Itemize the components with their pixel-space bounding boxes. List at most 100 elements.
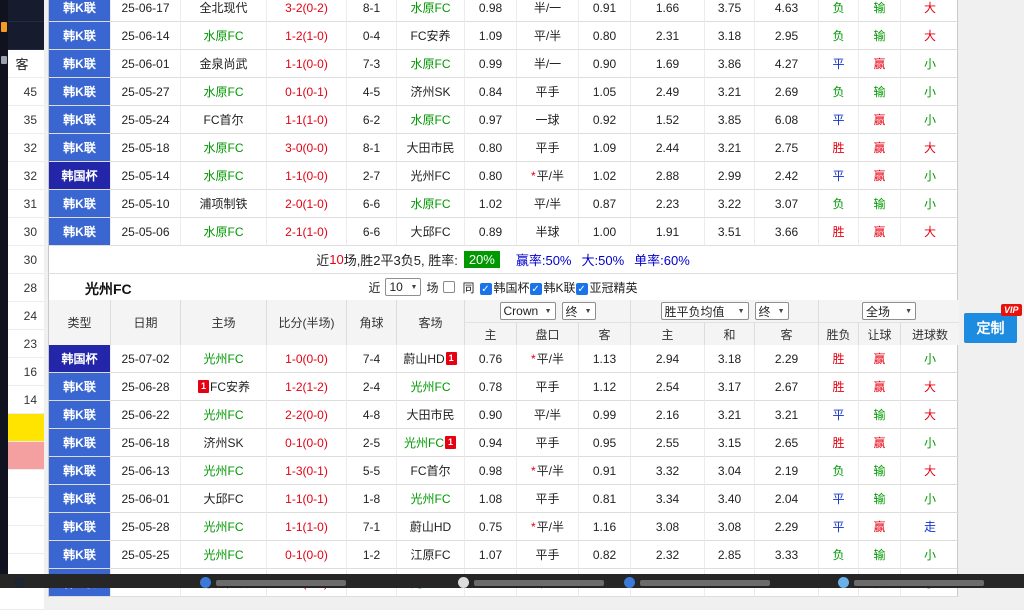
handicap: *平/半: [517, 513, 579, 541]
handicap: 半/一: [517, 50, 579, 78]
team-name: 济州SK: [203, 434, 243, 451]
result-handicap: 赢: [859, 50, 901, 78]
col-header: 类型: [49, 300, 111, 345]
euro-home-odds: 1.91: [631, 218, 705, 246]
euro-draw-odds: 3.85: [705, 106, 755, 134]
corner-count: 7-1: [347, 513, 397, 541]
corner-count: 6-6: [347, 190, 397, 218]
average-select[interactable]: 胜平负均值▼: [661, 302, 749, 320]
scope-select[interactable]: 全场▼: [862, 302, 916, 320]
app-window-icon: [200, 577, 211, 588]
euro-home-odds: 2.94: [631, 345, 705, 373]
away-team-cell: 光州FC1: [397, 429, 465, 457]
league-filter-checkbox[interactable]: ✓: [576, 283, 588, 295]
unit-label: 场: [426, 279, 438, 296]
result-handicap: 赢: [859, 218, 901, 246]
col-header: 日期: [111, 300, 181, 345]
handicap: 平手: [517, 429, 579, 457]
filter-bar: 近 10▼ 场 同 ✓韩国杯✓韩K联✓亚冠精英: [49, 274, 957, 300]
result-handicap: 输: [859, 401, 901, 429]
team-name: 光州FC: [204, 546, 244, 563]
result-goals: 小: [901, 78, 959, 106]
asian-away-odds: 1.16: [579, 513, 631, 541]
handicap-star: *: [531, 520, 536, 534]
euro-away-odds: 6.08: [755, 106, 819, 134]
corner-count: 4-8: [347, 401, 397, 429]
euro-draw-odds: 2.99: [705, 162, 755, 190]
match-row: 韩K联25-06-18济州SK0-1(0-0)2-5光州FC10.94平手0.9…: [49, 429, 957, 457]
asian-home-odds: 0.89: [465, 218, 517, 246]
taskbar-item[interactable]: [14, 574, 25, 588]
asian-away-odds: 0.81: [579, 485, 631, 513]
euro-draw-odds: 3.15: [705, 429, 755, 457]
same-filter-checkbox[interactable]: [443, 281, 455, 293]
corner-count: 2-7: [347, 162, 397, 190]
corner-count: 2-5: [347, 429, 397, 457]
league-badge: 韩K联: [49, 218, 111, 246]
match-date: 25-05-06: [111, 218, 181, 246]
bookmaker-select[interactable]: Crown▼: [500, 302, 556, 320]
league-filter-checkbox[interactable]: ✓: [530, 283, 542, 295]
league-badge: 韩K联: [49, 373, 111, 401]
asian-away-odds: 1.02: [579, 162, 631, 190]
result-handicap: 输: [859, 78, 901, 106]
team-name: 全北现代: [199, 0, 247, 16]
euro-home-odds: 1.66: [631, 0, 705, 22]
col-header: 主场: [181, 300, 267, 345]
match-date: 25-06-01: [111, 485, 181, 513]
team-name: 浦项制铁: [199, 195, 247, 212]
taskbar-item[interactable]: [624, 574, 770, 588]
collapsed-panel-strip[interactable]: [0, 0, 8, 588]
league-badge: 韩K联: [49, 457, 111, 485]
result-wdl: 胜: [819, 373, 859, 401]
handicap-text: 平/半: [537, 350, 564, 367]
odds-time-select[interactable]: 终▼: [562, 302, 596, 320]
result-wdl: 负: [819, 78, 859, 106]
asian-away-odds: 0.92: [579, 106, 631, 134]
match-count-select[interactable]: 10▼: [385, 278, 421, 296]
taskbar-item[interactable]: [200, 574, 346, 588]
euro-away-odds: 2.65: [755, 429, 819, 457]
expand-panel-icon[interactable]: [1, 22, 7, 32]
handicap-text: 平/半: [537, 167, 564, 184]
average-time-select[interactable]: 终▼: [755, 302, 789, 320]
result-handicap: 赢: [859, 345, 901, 373]
handicap-win-rate: 赢率:50%: [516, 250, 572, 269]
result-goals: 小: [901, 345, 959, 373]
customize-button[interactable]: 定制: [964, 313, 1017, 343]
result-goals: 大: [901, 22, 959, 50]
euro-odds-controls: 胜平负均值▼ 终▼: [631, 300, 819, 323]
league-filter-checkbox[interactable]: ✓: [480, 283, 492, 295]
same-filter-label: 同: [462, 279, 474, 296]
corner-count: 7-4: [347, 345, 397, 373]
asian-home-odds: 0.80: [465, 162, 517, 190]
subcol-header: 客: [579, 323, 631, 345]
summary-count: 10: [329, 252, 343, 267]
home-team-cell: 大邱FC: [181, 485, 267, 513]
result-handicap: 输: [859, 0, 901, 22]
euro-home-odds: 3.32: [631, 457, 705, 485]
result-goals: 小: [901, 190, 959, 218]
result-wdl: 平: [819, 50, 859, 78]
corner-count: 0-4: [347, 22, 397, 50]
asian-home-odds: 0.90: [465, 401, 517, 429]
taskbar-item[interactable]: [458, 574, 604, 588]
home-team-cell: 光州FC: [181, 401, 267, 429]
score: 1-1(1-0): [267, 106, 347, 134]
taskbar-item[interactable]: [838, 574, 984, 588]
home-team-cell: 水原FC: [181, 134, 267, 162]
gwangju-section-header: 光州FC 近 10▼ 场 同 ✓韩国杯✓韩K联✓亚冠精英: [48, 274, 958, 300]
team-name: 光州FC: [204, 350, 244, 367]
red-card-icon: 1: [198, 380, 209, 393]
home-team-cell: FC首尔: [181, 106, 267, 134]
asian-home-odds: 0.84: [465, 78, 517, 106]
asian-away-odds: 0.91: [579, 457, 631, 485]
euro-away-odds: 3.66: [755, 218, 819, 246]
col-header: 角球: [347, 300, 397, 345]
result-goals: 小: [901, 541, 959, 569]
asian-away-odds: 0.82: [579, 541, 631, 569]
euro-away-odds: 2.29: [755, 345, 819, 373]
result-handicap: 赢: [859, 162, 901, 190]
match-date: 25-05-25: [111, 541, 181, 569]
handicap-text: 平/半: [537, 462, 564, 479]
